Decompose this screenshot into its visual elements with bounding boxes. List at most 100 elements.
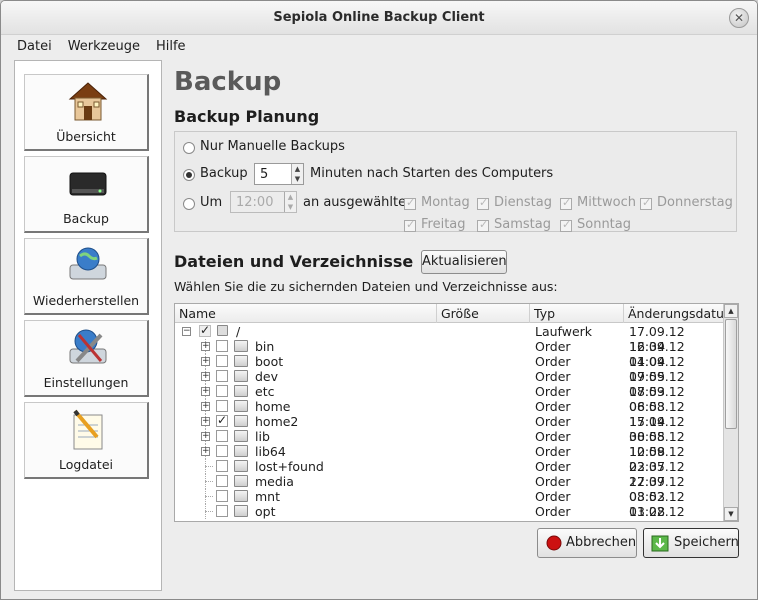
row-type: Order (535, 429, 571, 444)
sidebar: Übersicht Backup Wiederherstellen Einste… (14, 60, 162, 591)
folder-icon (234, 430, 248, 442)
folder-icon (234, 415, 248, 427)
expand-icon[interactable]: + (201, 447, 210, 456)
row-type: Order (535, 489, 571, 504)
save-download-icon (651, 535, 669, 552)
checkbox-dienstag[interactable] (477, 196, 489, 210)
row-type: Order (535, 459, 571, 474)
table-row[interactable]: +home2Order17.09.12 08:55 (175, 413, 723, 444)
checkbox-montag[interactable] (404, 196, 416, 210)
menu-datei[interactable]: Datei (17, 39, 52, 54)
expand-icon[interactable]: + (201, 372, 210, 381)
folder-icon (234, 400, 248, 412)
expand-icon[interactable]: + (201, 342, 210, 351)
row-checkbox[interactable] (216, 505, 228, 517)
scroll-down-icon[interactable]: ▼ (724, 507, 738, 521)
menu-hilfe[interactable]: Hilfe (156, 39, 186, 54)
checkbox-donnerstag[interactable] (640, 196, 652, 210)
row-checkbox[interactable] (216, 400, 228, 412)
cancel-label: Abbrechen (566, 535, 637, 550)
tree-leaf-line (205, 481, 213, 482)
backup-planning-box: Nur Manuelle Backups Backup 5 ▲ ▼ Minuten… (174, 131, 737, 232)
time-spinbox[interactable]: 12:00 ▲ ▼ (230, 191, 297, 213)
expand-icon[interactable]: + (201, 417, 210, 426)
row-checkbox[interactable] (216, 460, 228, 472)
row-checkbox[interactable] (216, 370, 228, 382)
checkbox-mittwoch[interactable] (560, 196, 572, 210)
table-row[interactable]: lost+found Order 22.05.12 22:37 (175, 459, 723, 489)
day-label-sonntag: Sonntag (577, 217, 631, 232)
row-name: etc (255, 384, 275, 399)
minutes-spinbox[interactable]: 5 ▲ ▼ (254, 163, 304, 185)
row-type: Order (535, 414, 571, 429)
expand-icon[interactable]: + (201, 402, 210, 411)
radio-backup-after-start[interactable] (183, 169, 195, 181)
table-row[interactable]: + boot Order 04.09.12 09:55 (175, 354, 723, 384)
cancel-button[interactable]: Abbrechen (537, 528, 637, 558)
refresh-button[interactable]: Aktualisieren (421, 250, 507, 274)
spin-arrows-icon[interactable]: ▲ ▼ (291, 164, 303, 184)
row-checkbox[interactable] (216, 430, 228, 442)
day-label-dienstag: Dienstag (494, 195, 552, 210)
checkbox-sonntag[interactable] (560, 218, 572, 232)
row-type: Order (535, 444, 571, 459)
row-date: 03.02.12 11:28 (629, 504, 685, 521)
row-checkbox[interactable] (216, 385, 228, 397)
table-row[interactable]: + home Order 06.08.12 15:14 (175, 399, 723, 429)
expand-icon[interactable]: + (201, 387, 210, 396)
sidebar-item-label: Backup (63, 211, 109, 226)
row-checkbox[interactable] (216, 340, 228, 352)
row-name: / (236, 324, 241, 339)
table-row[interactable]: + lib Order 30.08.12 10:58 (175, 429, 723, 459)
page-title: Backup (174, 67, 282, 97)
column-header-date[interactable]: Änderungsdatu (624, 304, 723, 323)
table-row-root[interactable]: − / Laufwerk 17.09.12 16:34 (175, 323, 723, 354)
files-hint: Wählen Sie die zu sichernden Dateien und… (174, 279, 558, 294)
sidebar-item-logdatei[interactable]: Logdatei (24, 402, 149, 479)
row-checkbox[interactable] (216, 445, 228, 457)
close-button[interactable]: ✕ (729, 8, 749, 28)
row-checkbox[interactable] (216, 490, 228, 502)
radio-backup-at-time[interactable] (183, 198, 195, 210)
expand-icon[interactable]: + (201, 432, 210, 441)
notepad-pencil-icon (73, 409, 103, 450)
table-row[interactable]: + bin Order 12.09.12 11:04 (175, 339, 723, 369)
save-button[interactable]: Speichern (643, 528, 739, 558)
checkbox-freitag[interactable] (404, 218, 416, 232)
spin-arrows-icon[interactable]: ▲ ▼ (284, 192, 296, 212)
file-tree-header: Name Größe Typ Änderungsdatu (175, 304, 723, 323)
row-type: Order (535, 474, 571, 489)
row-checkbox[interactable] (199, 323, 211, 338)
collapse-icon[interactable]: − (182, 327, 191, 336)
radio-backup-label: Backup (200, 166, 248, 181)
sidebar-item-label: Logdatei (59, 457, 113, 472)
column-header-type[interactable]: Typ (530, 304, 624, 323)
table-row[interactable]: + lib64 Order 12.09.12 03:37 (175, 444, 723, 474)
scroll-up-icon[interactable]: ▲ (724, 304, 738, 318)
table-row[interactable]: mnt Order 03.02.12 11:28 (175, 489, 723, 519)
row-checkbox[interactable] (216, 355, 228, 367)
expand-icon[interactable]: + (201, 357, 210, 366)
sidebar-item-wiederherstellen[interactable]: Wiederherstellen (24, 238, 149, 315)
column-header-name[interactable]: Name (175, 304, 437, 323)
table-row[interactable]: + etc Order 17.09.12 08:53 (175, 384, 723, 414)
row-checkbox[interactable] (216, 413, 228, 428)
sidebar-item-backup[interactable]: Backup (24, 156, 149, 233)
sidebar-item-einstellungen[interactable]: Einstellungen (24, 320, 149, 397)
backup-planning-title: Backup Planung (174, 107, 320, 126)
file-tree: Name Größe Typ Änderungsdatu − / Laufwer… (174, 303, 739, 522)
table-row[interactable]: media Order 17.09.12 08:53 (175, 474, 723, 504)
column-header-size[interactable]: Größe (437, 304, 530, 323)
menubar: Datei Werkzeuge Hilfe (1, 35, 757, 57)
scrollbar-thumb[interactable] (725, 319, 737, 429)
sidebar-item-uebersicht[interactable]: Übersicht (24, 74, 149, 151)
table-row[interactable]: opt Order 03.02.12 11:28 (175, 504, 723, 521)
sidebar-item-label: Wiederherstellen (32, 293, 140, 308)
row-checkbox[interactable] (216, 475, 228, 487)
folder-icon (234, 475, 248, 487)
vertical-scrollbar[interactable]: ▲ ▼ (723, 304, 738, 521)
menu-werkzeuge[interactable]: Werkzeuge (68, 39, 140, 54)
checkbox-samstag[interactable] (477, 218, 489, 232)
radio-manual-backups[interactable] (183, 142, 195, 154)
table-row[interactable]: + dev Order 17.09.12 08:53 (175, 369, 723, 399)
